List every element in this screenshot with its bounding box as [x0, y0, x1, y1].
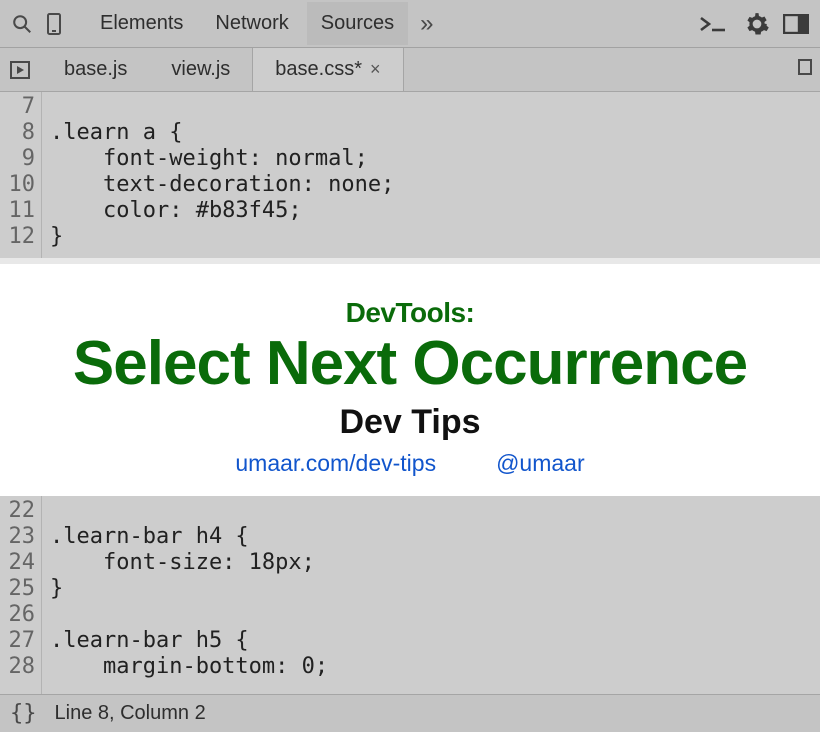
console-icon[interactable] [694, 14, 734, 34]
tabbar-overflow-icon[interactable] [792, 57, 820, 83]
resume-script-icon[interactable] [6, 55, 36, 85]
file-tab-view-js[interactable]: view.js [149, 48, 252, 91]
close-icon[interactable]: × [370, 59, 381, 80]
code-content[interactable]: .learn a { font-weight: normal; text-dec… [42, 92, 402, 258]
line-gutter: 22 23 24 25 26 27 28 [0, 496, 42, 694]
panel-tab-elements[interactable]: Elements [86, 2, 197, 45]
file-tab-base-js[interactable]: base.js [42, 48, 149, 91]
overlay-link-handle[interactable]: @umaar [496, 450, 585, 477]
devtools-toolbar: Elements Network Sources » [0, 0, 820, 48]
overlay-subtitle: Dev Tips [339, 403, 480, 442]
overlay-links: umaar.com/dev-tips @umaar [235, 450, 584, 477]
overlay-link-site[interactable]: umaar.com/dev-tips [235, 450, 436, 477]
code-content[interactable]: .learn-bar h4 { font-size: 18px; } .lear… [42, 496, 336, 694]
file-tabbar: base.js view.js base.css* × [0, 48, 820, 92]
line-gutter: 7 8 9 10 11 12 [0, 92, 42, 258]
code-editor-top[interactable]: 7 8 9 10 11 12 .learn a { font-weight: n… [0, 92, 820, 258]
title-card-overlay: DevTools: Select Next Occurrence Dev Tip… [0, 264, 820, 496]
file-tab-label: base.js [64, 58, 127, 81]
search-icon[interactable] [8, 13, 36, 35]
more-panels-indicator[interactable]: » [412, 10, 441, 38]
dock-icon[interactable] [780, 14, 812, 34]
overlay-headline: Select Next Occurrence [73, 331, 747, 396]
code-editor-bottom[interactable]: 22 23 24 25 26 27 28 .learn-bar h4 { fon… [0, 496, 820, 694]
cursor-position: Line 8, Column 2 [55, 702, 206, 725]
file-tab-label: view.js [171, 58, 230, 81]
gear-icon[interactable] [738, 11, 776, 37]
file-tab-base-css[interactable]: base.css* × [252, 48, 403, 91]
pretty-print-icon[interactable]: {} [10, 701, 37, 726]
device-toggle-icon[interactable] [40, 12, 68, 36]
file-tab-label: base.css* [275, 58, 362, 81]
overlay-kicker: DevTools: [346, 297, 475, 329]
status-bar: {} Line 8, Column 2 [0, 694, 820, 732]
panel-tab-sources[interactable]: Sources [307, 2, 408, 45]
panel-tab-network[interactable]: Network [201, 2, 302, 45]
